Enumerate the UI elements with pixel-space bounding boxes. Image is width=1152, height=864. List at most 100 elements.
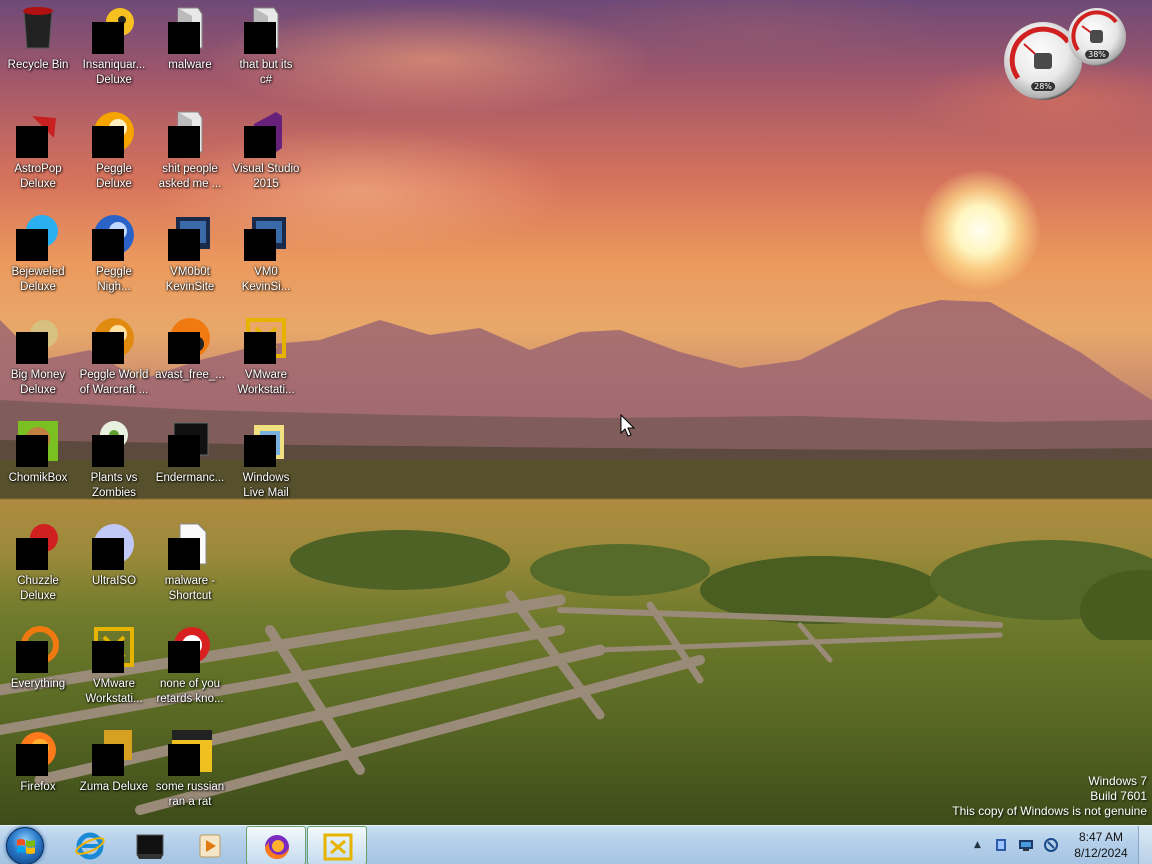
icon-redaction xyxy=(16,435,48,467)
desktop-icon[interactable]: none of you retards kno... xyxy=(152,619,228,719)
icon-redaction xyxy=(16,332,48,364)
show-desktop-button[interactable] xyxy=(1138,826,1152,864)
desktop-icon-label: UltraISO xyxy=(91,575,137,587)
terminal-icon xyxy=(136,834,164,859)
icon-redaction xyxy=(168,22,200,54)
desktop-icon-label: Visual Studio 2015 xyxy=(232,163,300,190)
icon-redaction xyxy=(92,126,124,158)
desktop-icon[interactable]: Peggle World of Warcraft ... xyxy=(76,310,152,410)
desktop-icon-label: Insaniquar... Deluxe xyxy=(82,59,146,86)
icon-redaction xyxy=(92,744,124,776)
desktop-icon[interactable]: Endermanc... xyxy=(152,413,228,513)
desktop-icon-label: malware - Shortcut xyxy=(164,575,216,602)
icon-redaction xyxy=(92,538,124,570)
desktop-icon-label: VM0b0t KevinSite xyxy=(165,266,215,293)
cpu-chip-icon xyxy=(1034,53,1052,69)
desktop-icon-label: Everything xyxy=(10,678,66,690)
icon-redaction xyxy=(92,229,124,261)
desktop-icon[interactable]: UltraISO xyxy=(76,516,152,616)
taskbar: ▲ 8:47 AM 8/12/2024 xyxy=(0,825,1152,864)
desktop-icon[interactable]: ChomikBox xyxy=(0,413,76,513)
windows-version-watermark: Windows 7 Build 7601 This copy of Window… xyxy=(952,774,1147,819)
mouse-cursor-icon xyxy=(620,414,636,437)
desktop-icon-label: VMware Workstati... xyxy=(85,678,143,705)
desktop-icon[interactable]: Firefox xyxy=(0,722,76,822)
vmware-icon xyxy=(323,833,353,861)
show-hidden-icons-button[interactable]: ▲ xyxy=(974,840,981,850)
icon-redaction xyxy=(244,435,276,467)
icon-redaction xyxy=(168,641,200,673)
desktop-icon[interactable]: malware - Shortcut xyxy=(152,516,228,616)
taskbar-vmware-button[interactable] xyxy=(307,826,367,864)
desktop-icon-label: AstroPop Deluxe xyxy=(14,163,62,190)
wallpaper-sun xyxy=(920,170,1040,290)
desktop-icon[interactable]: VM0 KevinSi... xyxy=(228,207,304,307)
desktop-icon[interactable]: Everything xyxy=(0,619,76,719)
desktop-icon-label: none of you retards kno... xyxy=(156,678,224,705)
cpu-percent: 28% xyxy=(1031,82,1055,91)
desktop-icon-label: Peggle Nigh... xyxy=(96,266,132,293)
desktop-icon[interactable]: Visual Studio 2015 xyxy=(228,104,304,204)
desktop-icon[interactable]: Plants vs Zombies xyxy=(76,413,152,513)
icon-redaction xyxy=(244,229,276,261)
desktop-icon[interactable]: VM0b0t KevinSite xyxy=(152,207,228,307)
start-button[interactable] xyxy=(6,827,44,864)
icon-redaction xyxy=(168,332,200,364)
desktop-icon[interactable]: Bejeweled Deluxe xyxy=(0,207,76,307)
desktop-icon[interactable]: that but its c# xyxy=(228,0,304,100)
desktop-icon[interactable]: some russian ran a rat xyxy=(152,722,228,822)
taskbar-firefox-button[interactable] xyxy=(246,826,306,864)
icon-redaction xyxy=(244,22,276,54)
memory-meter-gadget[interactable]: 38% xyxy=(1068,8,1126,66)
desktop-icon-label: that but its c# xyxy=(239,59,293,86)
desktop-icon[interactable]: avast_free_... xyxy=(152,310,228,410)
watermark-line-genuine: This copy of Windows is not genuine xyxy=(952,804,1147,818)
desktop-icon-label: Big Money Deluxe xyxy=(10,369,66,396)
desktop-icon[interactable]: AstroPop Deluxe xyxy=(0,104,76,204)
recycle-bin-icon xyxy=(23,7,53,49)
desktop-icon[interactable]: VMware Workstati... xyxy=(76,619,152,719)
desktop-icon-label: Bejeweled Deluxe xyxy=(11,266,65,293)
network-icon[interactable] xyxy=(1018,837,1034,853)
desktop-icon-label: malware xyxy=(168,59,212,71)
firefox-icon xyxy=(265,835,289,859)
media-player-icon xyxy=(199,834,221,858)
taskbar-terminal-button[interactable] xyxy=(120,826,180,864)
icon-redaction xyxy=(92,641,124,673)
memory-chip-icon xyxy=(1090,30,1103,43)
taskbar-media-player-button[interactable] xyxy=(180,826,240,864)
system-clock[interactable]: 8:47 AM 8/12/2024 xyxy=(1068,829,1134,861)
desktop-icon[interactable]: Chuzzle Deluxe xyxy=(0,516,76,616)
desktop-icon[interactable]: shit people asked me ... xyxy=(152,104,228,204)
desktop-icon-label: Firefox xyxy=(20,781,56,793)
icon-redaction xyxy=(16,126,48,158)
desktop-icon[interactable]: Insaniquar... Deluxe xyxy=(76,0,152,100)
desktop-icon[interactable]: VMware Workstati... xyxy=(228,310,304,410)
desktop-icon-label: ChomikBox xyxy=(8,472,68,484)
icon-redaction xyxy=(168,435,200,467)
volume-icon[interactable] xyxy=(1043,837,1059,853)
icon-redaction xyxy=(16,744,48,776)
icon-redaction xyxy=(16,538,48,570)
icon-redaction xyxy=(168,126,200,158)
desktop-icon[interactable]: Zuma Deluxe xyxy=(76,722,152,822)
desktop-icon-label: VM0 KevinSi... xyxy=(241,266,291,293)
desktop-icon-label: Recycle Bin xyxy=(7,59,69,71)
desktop-icon-label: Chuzzle Deluxe xyxy=(17,575,59,602)
desktop-icon[interactable]: Big Money Deluxe xyxy=(0,310,76,410)
desktop-icon[interactable]: Recycle Bin xyxy=(0,0,76,100)
icon-redaction xyxy=(16,229,48,261)
action-center-icon[interactable] xyxy=(993,837,1009,853)
desktop-icon-label: Zuma Deluxe xyxy=(79,781,149,793)
desktop-icon[interactable]: malware xyxy=(152,0,228,100)
taskbar-internet-explorer-button[interactable] xyxy=(60,826,120,864)
desktop-icon[interactable]: Peggle Nigh... xyxy=(76,207,152,307)
icon-redaction xyxy=(244,332,276,364)
icon-redaction xyxy=(92,435,124,467)
memory-percent: 38% xyxy=(1085,50,1109,59)
watermark-line-os: Windows 7 xyxy=(1088,774,1147,788)
desktop-icon[interactable]: Peggle Deluxe xyxy=(76,104,152,204)
clock-time: 8:47 AM xyxy=(1078,830,1124,844)
desktop-icon-label: Plants vs Zombies xyxy=(90,472,138,499)
desktop-icon[interactable]: Windows Live Mail xyxy=(228,413,304,513)
